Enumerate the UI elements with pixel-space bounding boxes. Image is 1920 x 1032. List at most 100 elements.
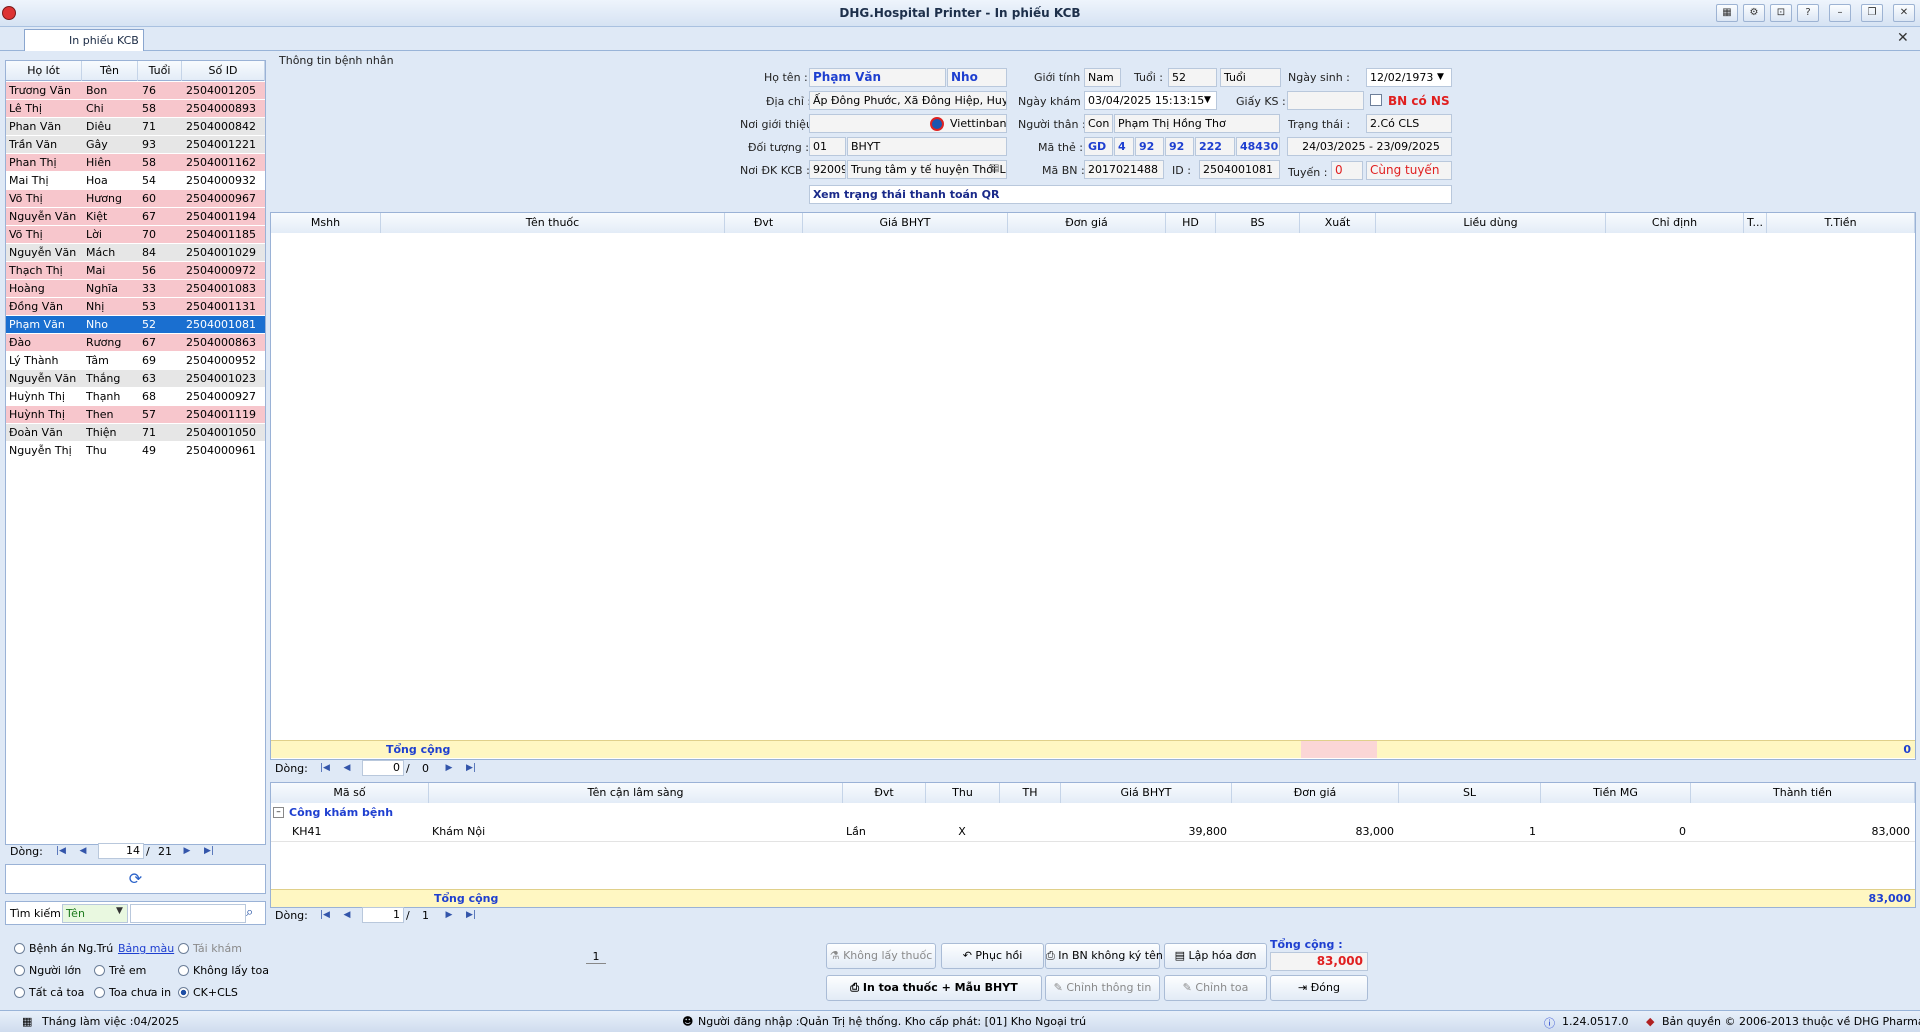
col-ten[interactable]: Tên xyxy=(82,61,138,81)
patient-row[interactable]: Đoàn Văn Thiện 71 2504001050 xyxy=(6,424,265,442)
cls-col-header[interactable]: SL xyxy=(1399,783,1541,803)
ma-the-part-5[interactable]: 222 xyxy=(1195,137,1235,156)
chinh-toa-button[interactable]: ✎ Chỉnh toa xyxy=(1164,975,1267,1001)
patient-row[interactable]: Trần Văn Gây 93 2504001221 xyxy=(6,136,265,154)
chevron-down-icon[interactable]: ▼ xyxy=(116,906,123,916)
collapse-icon[interactable]: – xyxy=(273,807,284,818)
last-page-icon[interactable]: ▶| xyxy=(464,908,478,922)
first-page-icon[interactable]: |◀ xyxy=(318,908,332,922)
option-ck-cls[interactable]: CK+CLS xyxy=(178,986,238,999)
chevron-down-icon[interactable]: ▼ xyxy=(1437,72,1444,82)
ma-the-part-6[interactable]: 48430 xyxy=(1236,137,1280,156)
noi-dk-ma-field[interactable]: 92009 xyxy=(809,160,846,179)
patient-row[interactable]: Đào Rương 67 2504000863 xyxy=(6,334,265,352)
ma-the-part-1[interactable]: GD xyxy=(1084,137,1113,156)
option-tre-em[interactable]: Trẻ em xyxy=(94,964,146,977)
patient-row[interactable]: Huỳnh Thị Thạnh 68 2504000927 xyxy=(6,388,265,406)
cls-col-header[interactable]: Đvt xyxy=(843,783,926,803)
col-ho-lot[interactable]: Họ lót xyxy=(6,61,82,81)
first-page-icon[interactable]: |◀ xyxy=(54,844,68,858)
cls-col-header[interactable]: Mã số xyxy=(271,783,429,803)
patient-row[interactable]: Nguyễn Văn Mách 84 2504001029 xyxy=(6,244,265,262)
cls-col-header[interactable]: Thu xyxy=(926,783,1000,803)
patient-row[interactable]: Đồng Văn Nhị 53 2504001131 xyxy=(6,298,265,316)
patient-row[interactable]: Phạm Văn Nho 52 2504001081 xyxy=(6,316,265,334)
han-the-field[interactable]: 24/03/2025 - 23/09/2025 xyxy=(1287,137,1452,156)
patient-row[interactable]: Võ Thị Lời 70 2504001185 xyxy=(6,226,265,244)
option-khong-lay-toa[interactable]: Không lấy toa xyxy=(178,964,269,977)
ma-the-part-3[interactable]: 92 xyxy=(1135,137,1164,156)
first-page-icon[interactable]: |◀ xyxy=(318,761,332,775)
doi-tuong-ma-field[interactable]: 01 xyxy=(809,137,846,156)
patient-row[interactable]: Trương Văn Bon 76 2504001205 xyxy=(6,82,265,100)
noi-dk-field[interactable]: Trung tâm y tế huyện Thới La xyxy=(847,160,1007,179)
col-so-id[interactable]: Số ID xyxy=(182,61,265,81)
patient-row[interactable]: Phan Thị Hiên 58 2504001162 xyxy=(6,154,265,172)
patient-row[interactable]: Huỳnh Thị Then 57 2504001119 xyxy=(6,406,265,424)
in-bn-button[interactable]: ⎙ In BN không ký tên xyxy=(1045,943,1163,969)
col-tuoi[interactable]: Tuổi xyxy=(138,61,182,81)
close-button[interactable]: ✕ xyxy=(1893,4,1915,22)
nguoi-than-field[interactable]: Phạm Thị Hồng Thơ xyxy=(1114,114,1280,133)
patient-row[interactable]: Nguyễn Văn Thắng 63 2504001023 xyxy=(6,370,265,388)
drug-col-header[interactable]: Xuất xyxy=(1300,213,1376,233)
tab-in-phieu-kcb[interactable]: In phiếu KCB xyxy=(24,29,144,51)
option-tat-ca-toa[interactable]: Tất cả toa xyxy=(14,986,84,999)
patient-row[interactable]: Võ Thị Hương 60 2504000967 xyxy=(6,190,265,208)
patient-row[interactable]: Thạch Thị Mai 56 2504000972 xyxy=(6,262,265,280)
restore-button[interactable]: ❐ xyxy=(1861,4,1883,22)
patient-row[interactable]: Lê Thị Chi 58 2504000893 xyxy=(6,100,265,118)
page-number[interactable]: 1 xyxy=(586,950,606,964)
patient-row[interactable]: Hoàng Nghĩa 33 2504001083 xyxy=(6,280,265,298)
noi-gioi-thieu-field[interactable]: Viettinbank xyxy=(809,114,1007,133)
cls-col-header[interactable]: Đơn giá xyxy=(1232,783,1399,803)
patient-row[interactable]: Mai Thị Hoa 54 2504000932 xyxy=(6,172,265,190)
cls-col-header[interactable]: Tiền MG xyxy=(1541,783,1691,803)
last-page-icon[interactable]: ▶| xyxy=(202,844,216,858)
prev-page-icon[interactable]: ◀ xyxy=(76,844,90,858)
drug-col-header[interactable]: Giá BHYT xyxy=(803,213,1008,233)
drug-col-header[interactable]: T.Tiền xyxy=(1767,213,1915,233)
ten-field[interactable]: Nho xyxy=(947,68,1007,87)
ma-bn-field[interactable]: 2017021488 xyxy=(1084,160,1164,179)
bang-mau-link[interactable]: Bảng màu xyxy=(118,942,174,955)
option-tai-kham[interactable]: Tái khám xyxy=(178,942,242,955)
cls-col-header[interactable]: Giá BHYT xyxy=(1061,783,1232,803)
tab-close-icon[interactable]: ✕ xyxy=(1897,30,1909,46)
next-page-icon[interactable]: ▶ xyxy=(442,908,456,922)
drug-col-header[interactable]: Đvt xyxy=(725,213,803,233)
cls-col-header[interactable]: TH xyxy=(1000,783,1061,803)
settings-icon[interactable]: ⚙ xyxy=(1743,4,1765,22)
cls-col-header[interactable]: Tên cận lâm sàng xyxy=(429,783,843,803)
patient-row[interactable]: Phan Văn Diêu 71 2504000842 xyxy=(6,118,265,136)
tuoi-field[interactable]: 52 xyxy=(1168,68,1217,87)
ngay-kham-field[interactable]: 03/04/2025 15:13:15 xyxy=(1084,91,1217,110)
search-input[interactable] xyxy=(130,904,246,923)
cls-group-row[interactable]: – Công khám bệnh xyxy=(271,804,1915,822)
doi-tuong-field[interactable]: BHYT xyxy=(847,137,1007,156)
drug-col-header[interactable]: HD xyxy=(1166,213,1216,233)
minimize-button[interactable]: – xyxy=(1829,4,1851,22)
next-page-icon[interactable]: ▶ xyxy=(442,761,456,775)
help-icon[interactable]: ? xyxy=(1797,4,1819,22)
layout-icon[interactable]: ▦ xyxy=(1716,4,1738,22)
phuc-hoi-button[interactable]: ↶ Phục hồi xyxy=(941,943,1044,969)
drug-pager-input[interactable]: 0 xyxy=(362,760,404,776)
chinh-thong-tin-button[interactable]: ✎ Chỉnh thông tin xyxy=(1045,975,1160,1001)
cls-row[interactable]: KH41 Khám Nội Lần X 39,800 83,000 1 0 83,000 xyxy=(271,823,1915,842)
drug-col-header[interactable]: Chỉ định xyxy=(1606,213,1744,233)
id-field[interactable]: 2504001081 xyxy=(1199,160,1280,179)
lap-hoa-don-button[interactable]: ▤ Lập hóa đơn xyxy=(1164,943,1267,969)
quan-he-field[interactable]: Con xyxy=(1084,114,1113,133)
dong-button[interactable]: ⇥ Đóng xyxy=(1270,975,1368,1001)
chevron-down-icon[interactable]: ▼ xyxy=(1204,95,1211,105)
giay-ks-field[interactable] xyxy=(1287,91,1364,110)
drug-col-header[interactable]: Đơn giá xyxy=(1008,213,1166,233)
ma-the-part-2[interactable]: 4 xyxy=(1114,137,1134,156)
drug-col-header[interactable]: Mshh xyxy=(271,213,381,233)
lookup-icon[interactable]: ▤ xyxy=(990,163,999,174)
cls-pager-input[interactable]: 1 xyxy=(362,907,404,923)
option-toa-chua-in[interactable]: Toa chưa in xyxy=(94,986,171,999)
pin-icon[interactable]: ⊡ xyxy=(1770,4,1792,22)
ho-field[interactable]: Phạm Văn xyxy=(809,68,946,87)
